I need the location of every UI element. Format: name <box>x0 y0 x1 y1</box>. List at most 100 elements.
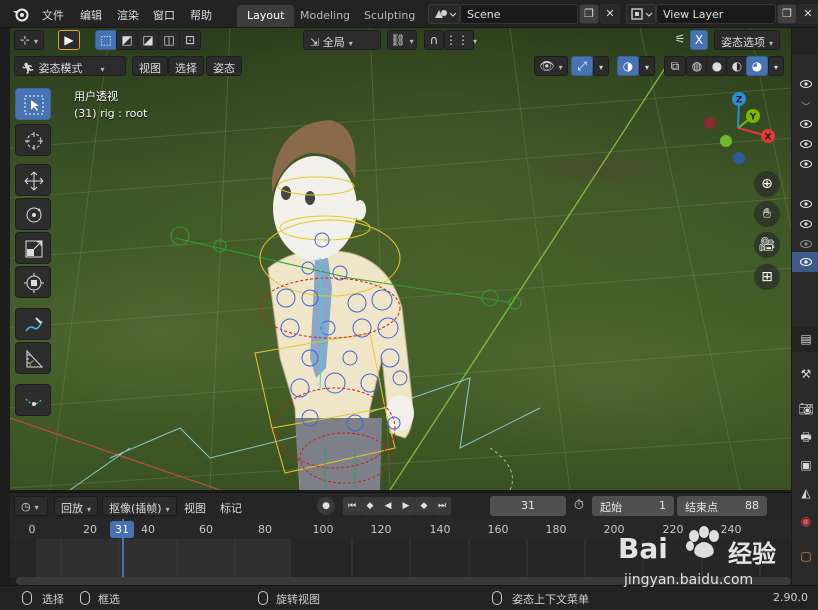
shading-material-icon[interactable]: ◐ <box>726 56 748 76</box>
play-reverse-icon[interactable]: ◀ <box>379 497 397 515</box>
current-frame-field[interactable]: 31 <box>490 496 566 516</box>
end-frame-field[interactable]: 结束点 88 <box>677 496 767 516</box>
new-view-layer-icon[interactable]: ❐ <box>777 4 797 24</box>
tool-transform[interactable] <box>15 266 51 298</box>
tab-modeling[interactable]: Modeling <box>290 5 360 27</box>
xray-toggle-icon[interactable]: ⧉ <box>664 56 686 76</box>
playback-dropdown[interactable]: 回放 ▾ <box>54 496 99 516</box>
new-scene-icon[interactable]: ❐ <box>579 4 599 24</box>
menu-window[interactable]: 窗口 <box>153 7 175 23</box>
menu-render[interactable]: 渲染 <box>117 7 139 23</box>
axis-x-toggle[interactable]: X <box>690 30 708 50</box>
gizmo-neg-y-icon[interactable] <box>720 135 732 147</box>
view-layer-selector-button[interactable] <box>626 4 656 24</box>
pan-hand-icon[interactable]: ✋︎ <box>754 201 780 227</box>
view-layer-properties-icon[interactable]: ▣ <box>797 456 815 474</box>
shading-dropdown-icon[interactable]: ▾ <box>768 56 784 76</box>
menu-edit[interactable]: 编辑 <box>80 7 102 23</box>
navigation-gizmo[interactable]: X Y Z <box>700 88 785 173</box>
tool-measure[interactable] <box>15 342 51 374</box>
stopwatch-icon[interactable]: ⏱ <box>570 497 588 515</box>
jump-end-icon[interactable]: ⏭ <box>433 497 451 515</box>
select-mode-icon[interactable]: ▶ <box>58 30 80 50</box>
select-subtract-icon[interactable]: ◪ <box>137 30 159 50</box>
tool-move[interactable] <box>15 164 51 196</box>
watermark-jingyan: 经验 <box>728 540 776 568</box>
select-intersect-icon[interactable]: ⊡ <box>179 30 201 50</box>
tool-select-box[interactable] <box>15 88 51 120</box>
transform-pivot-icon[interactable]: ⊹ ▾ <box>14 30 44 50</box>
tool-bone-curve[interactable] <box>15 384 51 416</box>
render-properties-icon[interactable]: 📷︎ <box>797 400 815 418</box>
view-layer-name-field[interactable]: View Layer <box>656 4 776 24</box>
editor-type-dropdown[interactable]: ◷ ▾ <box>14 496 48 516</box>
perspective-grid-icon[interactable]: ⊞ <box>754 264 780 290</box>
select-new-icon[interactable]: ⬚ <box>95 30 117 50</box>
tab-sculpting[interactable]: Sculpting <box>354 5 425 27</box>
gizmo-neg-x-icon[interactable] <box>704 117 716 129</box>
visibility-eye-icon[interactable] <box>800 200 812 208</box>
visibility-eye-icon[interactable] <box>800 258 812 266</box>
delete-scene-icon[interactable]: ✕ <box>600 4 620 24</box>
zoom-icon[interactable]: ⊕ <box>754 171 780 197</box>
world-properties-icon[interactable]: ◉ <box>797 512 815 530</box>
gizmo-toggle-icon[interactable]: ⤢ <box>571 56 593 76</box>
shading-solid-icon[interactable]: ● <box>706 56 728 76</box>
menu-file[interactable]: 文件 <box>42 7 64 23</box>
tool-annotate[interactable] <box>15 308 51 340</box>
tool-cursor[interactable] <box>15 124 51 156</box>
tool-scale[interactable] <box>15 232 51 264</box>
object-properties-icon[interactable]: ▢ <box>797 547 815 565</box>
select-extend-icon[interactable]: ◩ <box>116 30 138 50</box>
mirror-icon[interactable]: ⚟ <box>670 30 690 50</box>
record-keyframe-icon[interactable]: ● <box>317 497 335 515</box>
visibility-eye-icon[interactable]: 👁︎ ▾ <box>534 56 568 76</box>
overlays-toggle-icon[interactable]: ◑ <box>617 56 639 76</box>
pose-options-dropdown[interactable]: 姿态选项 ▾ <box>714 30 781 50</box>
scene-properties-icon[interactable]: ◭ <box>797 484 815 502</box>
select-difference-icon[interactable]: ◫ <box>158 30 180 50</box>
visibility-eye-icon[interactable] <box>800 240 812 248</box>
menu-view[interactable]: 视图 <box>132 56 168 76</box>
mode-dropdown[interactable]: 🏃︎ 姿态模式 ▾ <box>14 56 126 76</box>
tool-properties-icon[interactable]: ⚒ <box>797 365 815 383</box>
snap-link-icon[interactable]: ⛓ ▾ <box>387 30 417 50</box>
snap-magnet-icon[interactable]: ∩ <box>424 30 444 50</box>
blender-logo-icon[interactable] <box>12 5 30 23</box>
visibility-eye-icon[interactable] <box>800 160 812 168</box>
properties-editor-icon[interactable]: ▤ <box>797 330 815 348</box>
scene-name-field[interactable]: Scene <box>460 4 578 24</box>
overlays-dropdown-icon[interactable]: ▾ <box>639 56 655 76</box>
visibility-eye-icon[interactable] <box>800 80 812 88</box>
gizmo-dropdown-icon[interactable]: ▾ <box>593 56 609 76</box>
snap-target-icon[interactable]: ⋮⋮ ▾ <box>444 30 477 50</box>
tab-layout[interactable]: Layout <box>237 5 295 27</box>
prev-keyframe-icon[interactable]: ◆ <box>361 497 379 515</box>
visibility-eye-icon[interactable] <box>800 220 812 228</box>
scene-selector-button[interactable] <box>428 4 460 24</box>
outliner-selected-row[interactable] <box>792 252 818 272</box>
timeline-menu-view[interactable]: 视图 <box>184 500 206 516</box>
output-properties-icon[interactable]: 🖶︎ <box>797 428 815 446</box>
start-frame-field[interactable]: 起始 1 <box>592 496 674 516</box>
delete-view-layer-icon[interactable]: ✕ <box>798 4 818 24</box>
shading-rendered-icon[interactable]: ◕ <box>746 56 768 76</box>
3d-viewport[interactable]: ⊹ ▾ ▶ ⬚ ◩ ◪ ◫ ⊡ ⇲ 全局 ▾ ⛓ ▾ ∩ ⋮⋮ ▾ ⚟ X 姿态选项 ▾ … <box>10 28 791 490</box>
next-keyframe-icon[interactable]: ◆ <box>415 497 433 515</box>
transform-orientation-dropdown[interactable]: ⇲ 全局 ▾ <box>303 30 381 50</box>
camera-view-icon[interactable]: 🎥︎ <box>754 232 780 258</box>
visibility-eye-icon[interactable] <box>800 140 812 148</box>
menu-select[interactable]: 选择 <box>168 56 204 76</box>
jump-start-icon[interactable]: ⏮ <box>343 497 361 515</box>
menu-pose[interactable]: 姿态 <box>206 56 242 76</box>
end-value: 88 <box>745 499 759 512</box>
shading-wireframe-icon[interactable]: ◍ <box>686 56 708 76</box>
keying-dropdown[interactable]: 抠像(插帧) ▾ <box>102 496 177 516</box>
timeline-menu-marker[interactable]: 标记 <box>220 500 242 516</box>
tool-rotate[interactable] <box>15 198 51 230</box>
gizmo-neg-z-icon[interactable] <box>733 152 745 164</box>
collapse-icon[interactable] <box>800 100 812 108</box>
play-icon[interactable]: ▶ <box>397 497 415 515</box>
menu-help[interactable]: 帮助 <box>190 7 212 23</box>
visibility-eye-icon[interactable] <box>800 120 812 128</box>
